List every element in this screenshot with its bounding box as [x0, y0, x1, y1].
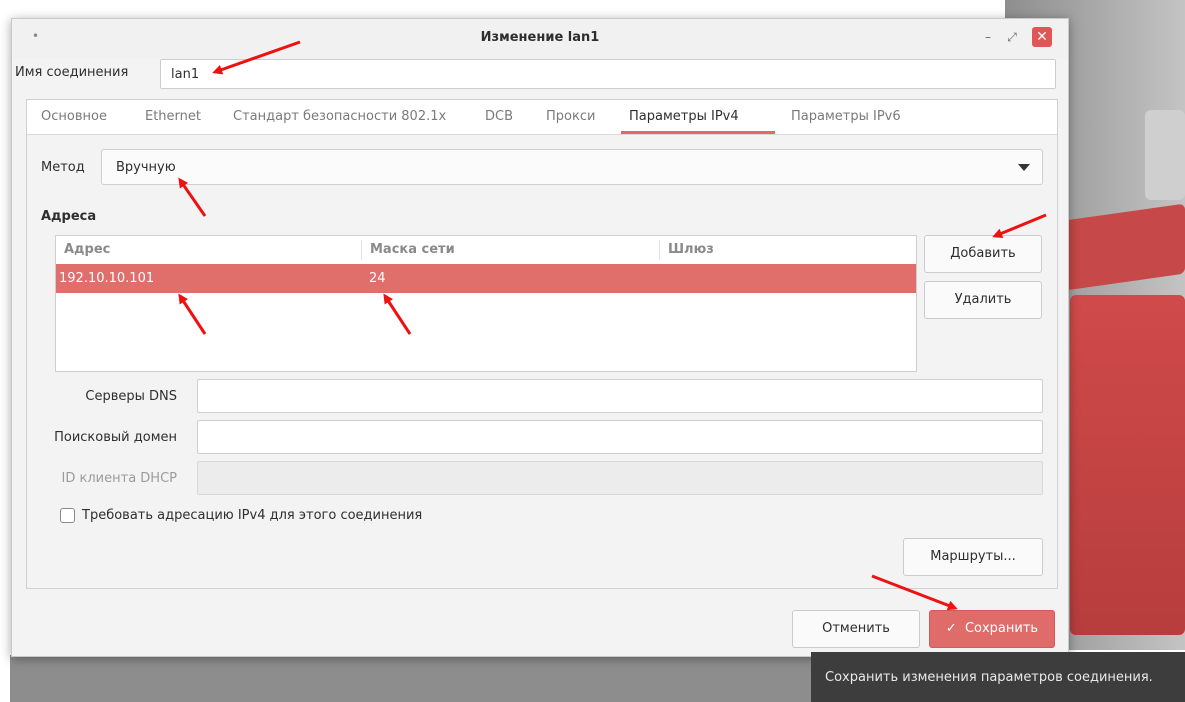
- save-tooltip: Сохранить изменения параметров соединени…: [811, 652, 1185, 702]
- connection-name-label: Имя соединения: [15, 65, 129, 80]
- background-cube: [1065, 203, 1185, 291]
- edit-connection-dialog: • Изменение lan1 – ⤢ ✕ Имя соединения Ос…: [11, 18, 1069, 657]
- checkmark-icon: ✓: [945, 621, 957, 636]
- tab-ethernet[interactable]: Ethernet: [145, 109, 201, 124]
- dns-servers-label: Серверы DNS: [85, 389, 177, 404]
- addresses-heading: Адреса: [41, 209, 97, 224]
- background-cube: [1070, 295, 1185, 635]
- column-header-gateway[interactable]: Шлюз: [668, 242, 714, 257]
- dns-servers-input[interactable]: [197, 379, 1043, 413]
- column-divider: [659, 240, 660, 260]
- dhcp-client-id-label: ID клиента DHCP: [61, 471, 177, 486]
- tab-bar: Основное Ethernet Стандарт безопасности …: [27, 100, 1057, 135]
- method-label: Метод: [41, 160, 85, 175]
- background-cube: [1145, 110, 1185, 200]
- cell-netmask[interactable]: 24: [369, 271, 386, 286]
- tab-ipv4-settings[interactable]: Параметры IPv4: [629, 109, 739, 124]
- column-divider: [361, 240, 362, 260]
- add-address-button[interactable]: Добавить: [924, 235, 1042, 273]
- require-ipv4-label[interactable]: Требовать адресацию IPv4 для этого соеди…: [82, 508, 422, 523]
- delete-address-button[interactable]: Удалить: [924, 281, 1042, 319]
- routes-button[interactable]: Маршруты...: [903, 538, 1043, 576]
- addresses-table[interactable]: Адрес Маска сети Шлюз 192.10.10.101 24: [55, 235, 917, 372]
- close-icon[interactable]: ✕: [1032, 27, 1052, 47]
- titlebar: • Изменение lan1 – ⤢ ✕: [12, 19, 1068, 59]
- search-domain-label: Поисковый домен: [54, 430, 177, 445]
- tab-dcb[interactable]: DCB: [485, 109, 513, 124]
- tab-security-8021x[interactable]: Стандарт безопасности 802.1x: [233, 109, 446, 124]
- cell-address[interactable]: 192.10.10.101: [59, 271, 154, 286]
- table-row[interactable]: 192.10.10.101 24: [56, 264, 916, 293]
- require-ipv4-checkbox[interactable]: [60, 508, 75, 523]
- column-header-netmask[interactable]: Маска сети: [370, 242, 455, 257]
- connection-name-input[interactable]: [160, 59, 1056, 89]
- method-select[interactable]: Вручную: [101, 149, 1043, 185]
- save-button[interactable]: ✓ Сохранить: [929, 610, 1055, 648]
- tab-proxy[interactable]: Прокси: [546, 109, 595, 124]
- maximize-icon[interactable]: ⤢: [1002, 27, 1022, 47]
- column-header-address[interactable]: Адрес: [64, 242, 110, 257]
- table-header: Адрес Маска сети Шлюз: [56, 236, 916, 265]
- search-domain-input[interactable]: [197, 420, 1043, 454]
- active-tab-indicator: [621, 131, 775, 134]
- save-button-label: Сохранить: [964, 621, 1039, 636]
- tabs-panel: Основное Ethernet Стандарт безопасности …: [26, 99, 1058, 589]
- tab-ipv6-settings[interactable]: Параметры IPv6: [791, 109, 901, 124]
- method-selected-value: Вручную: [116, 160, 176, 175]
- minimize-icon[interactable]: –: [978, 27, 998, 47]
- dhcp-client-id-input: [197, 461, 1043, 495]
- cancel-button[interactable]: Отменить: [792, 610, 920, 648]
- tab-general[interactable]: Основное: [41, 109, 107, 124]
- dropdown-arrow-icon: [1018, 164, 1030, 171]
- window-title: Изменение lan1: [480, 30, 600, 45]
